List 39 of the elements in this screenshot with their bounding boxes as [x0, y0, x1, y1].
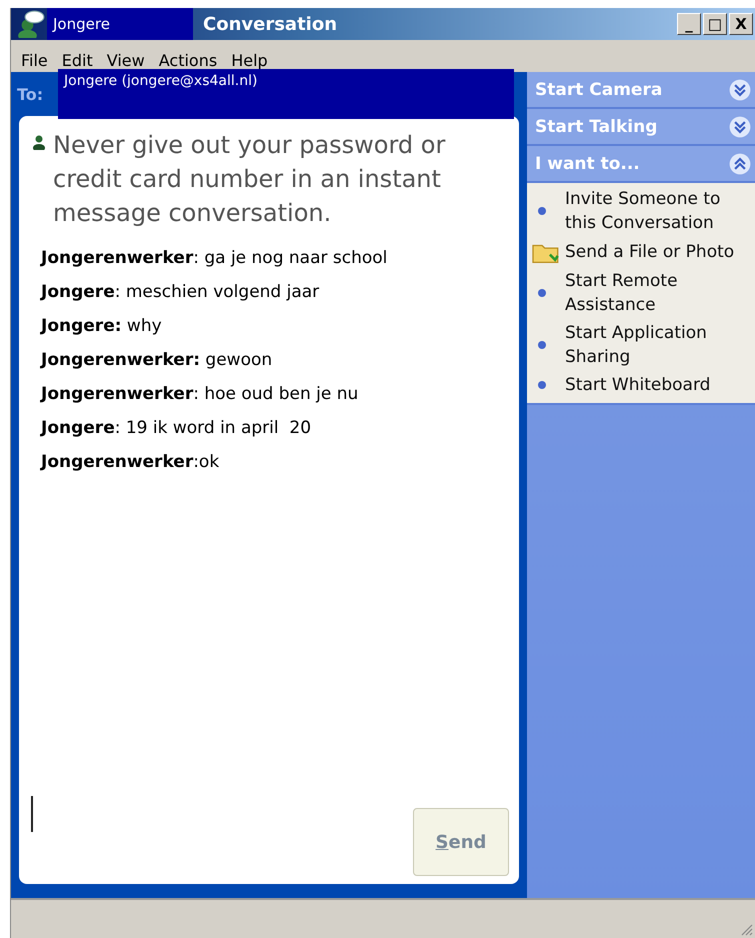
section-title: Start Talking [535, 116, 658, 136]
window-control-button[interactable]: □ [703, 13, 727, 35]
to-label: To: [17, 85, 44, 104]
resize-grip-icon[interactable] [739, 922, 753, 936]
task-link[interactable]: Invite Someone to this Conversation [565, 187, 753, 235]
recipient-field: Jongere (jongere@xs4all.nl) [58, 69, 514, 119]
chat-message: Jongerenwerker:ok [41, 452, 220, 472]
section-title: I want to... [535, 154, 640, 174]
menu-item[interactable]: Actions [152, 51, 226, 72]
menu-item[interactable]: View [100, 51, 153, 72]
task-link[interactable]: Start Whiteboard [565, 373, 710, 397]
bullet-icon [537, 288, 547, 298]
bullet-icon [537, 206, 547, 216]
chat-message: Jongerenwerker: gewoon [41, 350, 274, 370]
chevron-icon[interactable] [729, 78, 751, 100]
contact-name: Jongere [47, 8, 193, 40]
window-title: Conversation [203, 14, 338, 34]
security-warning: Never give out your password or credit card number in an instant message conversation. [53, 130, 446, 229]
task-link[interactable]: Send a File or Photo [565, 240, 734, 264]
messenger-icon [17, 10, 45, 38]
chat-message: Jongerenwerker: ga je nog naar school [41, 248, 388, 268]
section-title: Start Camera [535, 80, 662, 100]
task-link[interactable]: Start Remote Assistance [565, 269, 753, 317]
chat-message: Jongerenwerker: hoe oud ben je nu [41, 384, 360, 404]
bullet-icon [537, 340, 547, 350]
chevron-icon[interactable] [729, 152, 751, 174]
person-icon [31, 134, 47, 150]
chat-message: Jongere: 19 ik word in april 20 [41, 418, 312, 438]
bullet-icon [537, 380, 547, 390]
window-control-button[interactable]: _ [677, 13, 701, 35]
chat-message: Jongere: meschien volgend jaar [41, 282, 320, 302]
message-input-field[interactable] [31, 796, 35, 832]
menu-item[interactable]: Edit [56, 51, 101, 72]
menu-item[interactable]: Help [225, 51, 276, 72]
task-link[interactable]: Start Application Sharing [565, 321, 753, 369]
chevron-icon[interactable] [729, 116, 751, 138]
chat-message: Jongere: why [41, 316, 163, 336]
window-control-button[interactable]: X [729, 13, 753, 35]
menu-item[interactable]: File [15, 51, 56, 72]
